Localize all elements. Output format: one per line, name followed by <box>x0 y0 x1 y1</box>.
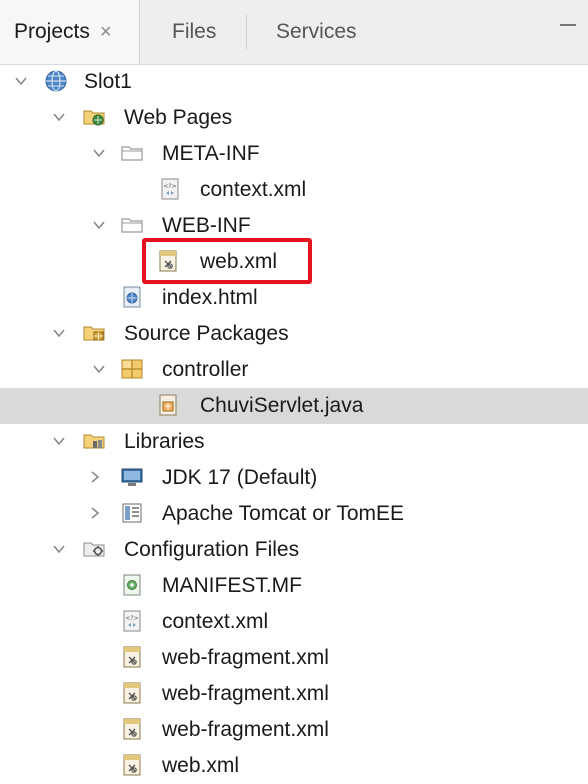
tree-node-label: Source Packages <box>124 322 289 345</box>
tree-node-label: web-fragment.xml <box>162 682 329 705</box>
tree-node-source-packages[interactable]: Source Packages <box>0 316 588 352</box>
tree-node-index-html[interactable]: index.html <box>0 280 588 316</box>
folder-icon <box>120 213 144 237</box>
tree-node-label: MANIFEST.MF <box>162 574 302 597</box>
tree-node-context-xml[interactable]: <?> context.xml <box>0 172 588 208</box>
minimize-icon[interactable] <box>560 24 576 26</box>
web-xml-icon <box>120 681 144 705</box>
close-icon[interactable]: × <box>100 21 112 44</box>
tree-node-web-fragment-xml[interactable]: web-fragment.xml <box>0 676 588 712</box>
tree-node-label: index.html <box>162 286 258 309</box>
tree-node-chuviservlet-java[interactable]: ChuviServlet.java <box>0 388 588 424</box>
chevron-down-icon[interactable] <box>92 218 106 232</box>
tree-node-label: META-INF <box>162 142 260 165</box>
tree-node-label: ChuviServlet.java <box>200 394 364 417</box>
tree-node-jdk[interactable]: JDK 17 (Default) <box>0 460 588 496</box>
chevron-down-icon[interactable] <box>52 326 66 340</box>
globe-icon <box>44 69 68 93</box>
svg-text:<?>: <?> <box>125 615 138 622</box>
config-folder-icon <box>82 537 106 561</box>
tree-node-configuration-files[interactable]: Configuration Files <box>0 532 588 568</box>
web-xml-icon <box>120 645 144 669</box>
tab-divider <box>246 14 247 50</box>
tab-bar: Projects × Files Services <box>0 0 588 65</box>
web-xml-icon <box>120 753 144 777</box>
chevron-down-icon[interactable] <box>52 542 66 556</box>
package-icon <box>120 357 144 381</box>
tree-node-label: Slot1 <box>84 70 132 93</box>
highlight-box <box>142 238 312 284</box>
tab-files-label: Files <box>172 20 217 43</box>
manifest-icon <box>120 573 144 597</box>
tree-node-meta-inf[interactable]: META-INF <box>0 136 588 172</box>
chevron-down-icon[interactable] <box>14 74 28 88</box>
tab-services[interactable]: Services <box>276 0 357 64</box>
chevron-right-icon[interactable] <box>88 470 102 484</box>
svg-text:<?>: <?> <box>163 183 176 190</box>
tree-node-label: Web Pages <box>124 106 233 129</box>
chevron-down-icon[interactable] <box>52 110 66 124</box>
tab-projects[interactable]: Projects × <box>0 0 140 64</box>
web-xml-icon <box>120 717 144 741</box>
tab-services-label: Services <box>276 20 357 43</box>
server-library-icon <box>120 501 144 525</box>
tree-node-label: Apache Tomcat or TomEE <box>162 502 405 525</box>
tree-node-label: web-fragment.xml <box>162 646 329 669</box>
tree-node-label: Configuration Files <box>124 538 300 561</box>
tree-node-web-fragment-xml[interactable]: web-fragment.xml <box>0 640 588 676</box>
tree-node-label: JDK 17 (Default) <box>162 466 318 489</box>
chevron-down-icon[interactable] <box>92 362 106 376</box>
tree-node-web-fragment-xml[interactable]: web-fragment.xml <box>0 712 588 748</box>
tree-node-context-xml[interactable]: <?> context.xml <box>0 604 588 640</box>
tree-node-label: context.xml <box>162 610 269 633</box>
tree-node-label: web-fragment.xml <box>162 718 329 741</box>
folder-icon <box>120 141 144 165</box>
tree-node-label: Libraries <box>124 430 205 453</box>
tree-node-apache-tomcat[interactable]: Apache Tomcat or TomEE <box>0 496 588 532</box>
xml-file-icon: <?> <box>120 609 144 633</box>
tree-node-slot1[interactable]: Slot1 <box>0 64 588 100</box>
chevron-down-icon[interactable] <box>52 434 66 448</box>
tree-node-web-pages[interactable]: Web Pages <box>0 100 588 136</box>
tree-node-manifest[interactable]: MANIFEST.MF <box>0 568 588 604</box>
source-folder-icon <box>82 321 106 345</box>
tab-projects-label: Projects <box>14 20 90 43</box>
tree-node-libraries[interactable]: Libraries <box>0 424 588 460</box>
tree-node-controller[interactable]: controller <box>0 352 588 388</box>
libraries-icon <box>82 429 106 453</box>
tab-files[interactable]: Files <box>172 0 216 64</box>
web-folder-icon <box>82 105 106 129</box>
tree-node-label: controller <box>162 358 249 381</box>
html-file-icon <box>120 285 144 309</box>
chevron-right-icon[interactable] <box>88 506 102 520</box>
jdk-icon <box>120 465 144 489</box>
servlet-file-icon <box>156 393 180 417</box>
chevron-down-icon[interactable] <box>92 146 106 160</box>
tree-node-label: WEB-INF <box>162 214 251 237</box>
tree-node-label: context.xml <box>200 178 307 201</box>
tree-node-label: web.xml <box>162 754 240 777</box>
xml-file-icon: <?> <box>158 177 182 201</box>
